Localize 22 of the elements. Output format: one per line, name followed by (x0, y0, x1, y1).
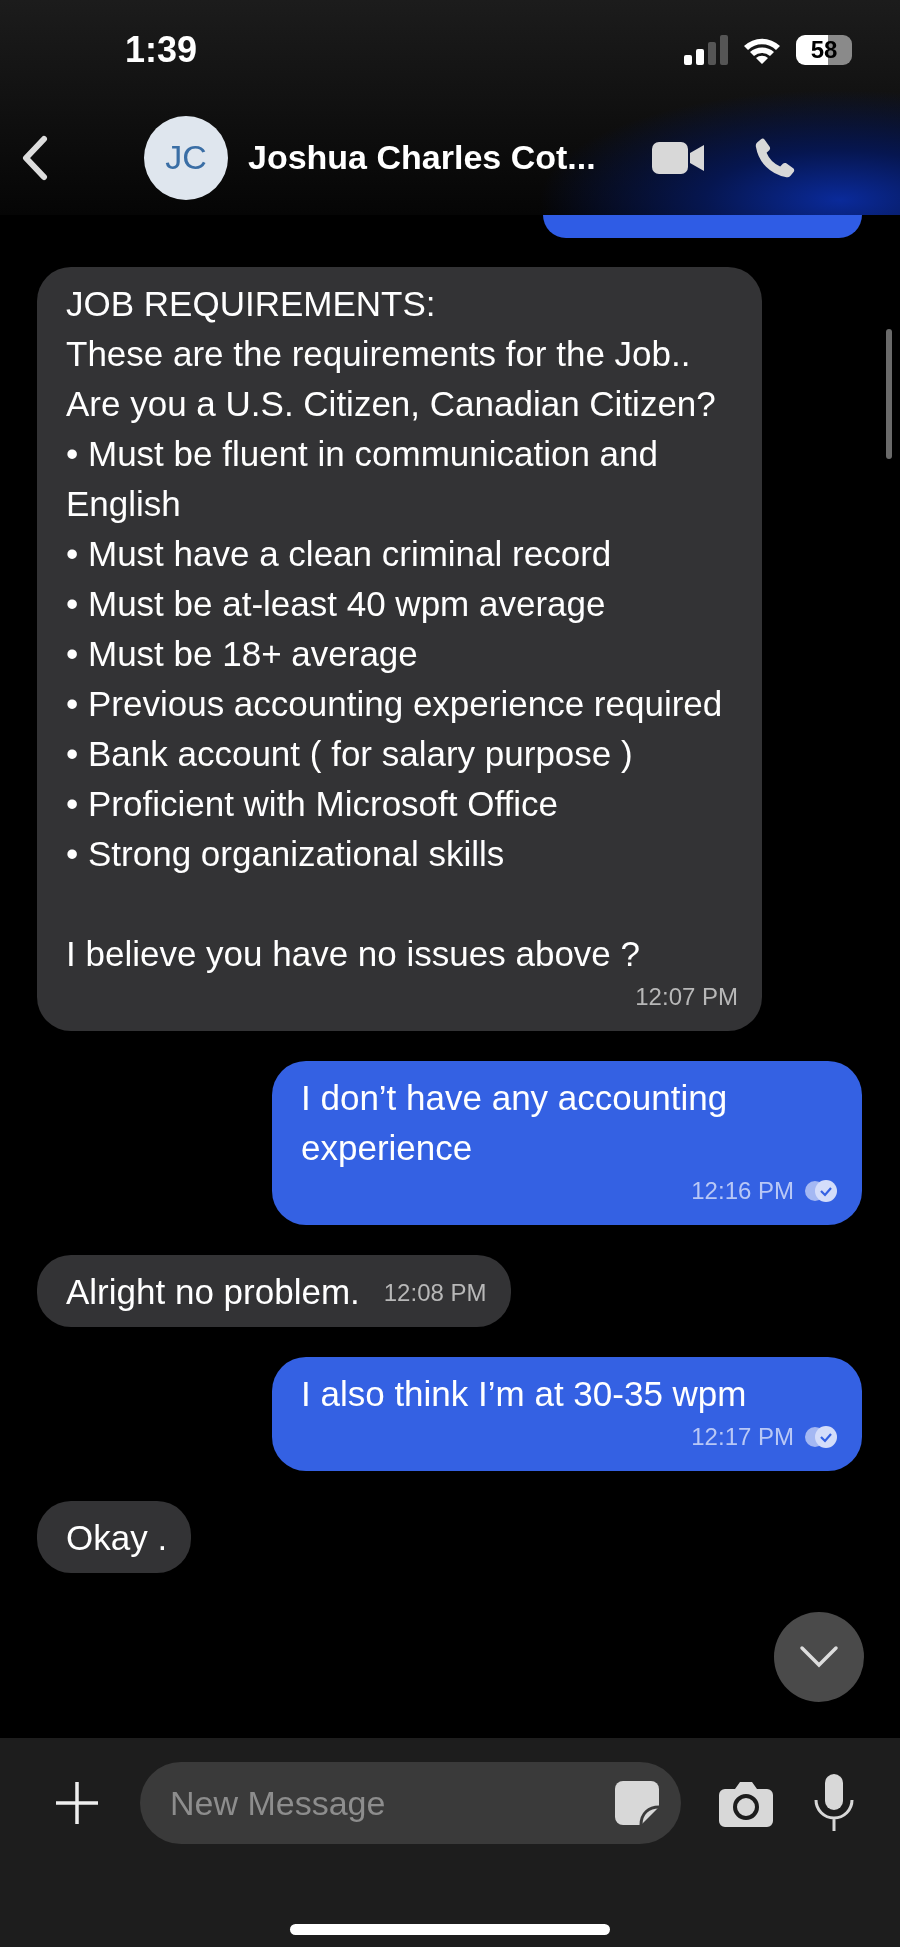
message-time: 12:08 PM (383, 1278, 487, 1308)
video-call-button[interactable] (651, 139, 706, 176)
message-text: JOB REQUIREMENTS: These are the requirements for the Job.. Are you a U.S. Citizen, Canadian Citizen? • Must be fluent in communication and English • Must have a clean criminal record • Must be at-least 40 wpm average • Must be 18+ average • Previous accounting experience required • Bank account ( for salary purpose ) • Proficient with Microsoft Office • Strong organizational skills I believe you have no issues above ? (66, 283, 724, 975)
message-text: Alright no problem. (66, 1271, 360, 1313)
contact-name[interactable]: Joshua Charles Cot... (248, 138, 596, 177)
signal-icon (684, 35, 728, 65)
message-text: Okay . (66, 1517, 168, 1559)
message-time: 12:17 PM (691, 1422, 794, 1452)
message-time: 12:07 PM (635, 982, 738, 1012)
microphone-button[interactable] (813, 1774, 855, 1832)
status-time: 1:39 (123, 29, 199, 71)
camera-button[interactable] (719, 1779, 773, 1827)
battery-indicator: 58 (796, 35, 852, 65)
contact-avatar[interactable]: JC (144, 115, 228, 200)
message-text: I also think I’m at 30-35 wpm (301, 1373, 747, 1415)
composer-field[interactable]: New Message (140, 1762, 681, 1844)
message-time: 12:16 PM (691, 1176, 794, 1206)
message-text: I don’t have any accounting experience (301, 1077, 729, 1169)
add-button[interactable] (54, 1780, 100, 1826)
message-input[interactable]: New Message (168, 1782, 613, 1824)
sticker-icon[interactable] (613, 1779, 661, 1827)
chevron-down-icon (799, 1645, 839, 1669)
